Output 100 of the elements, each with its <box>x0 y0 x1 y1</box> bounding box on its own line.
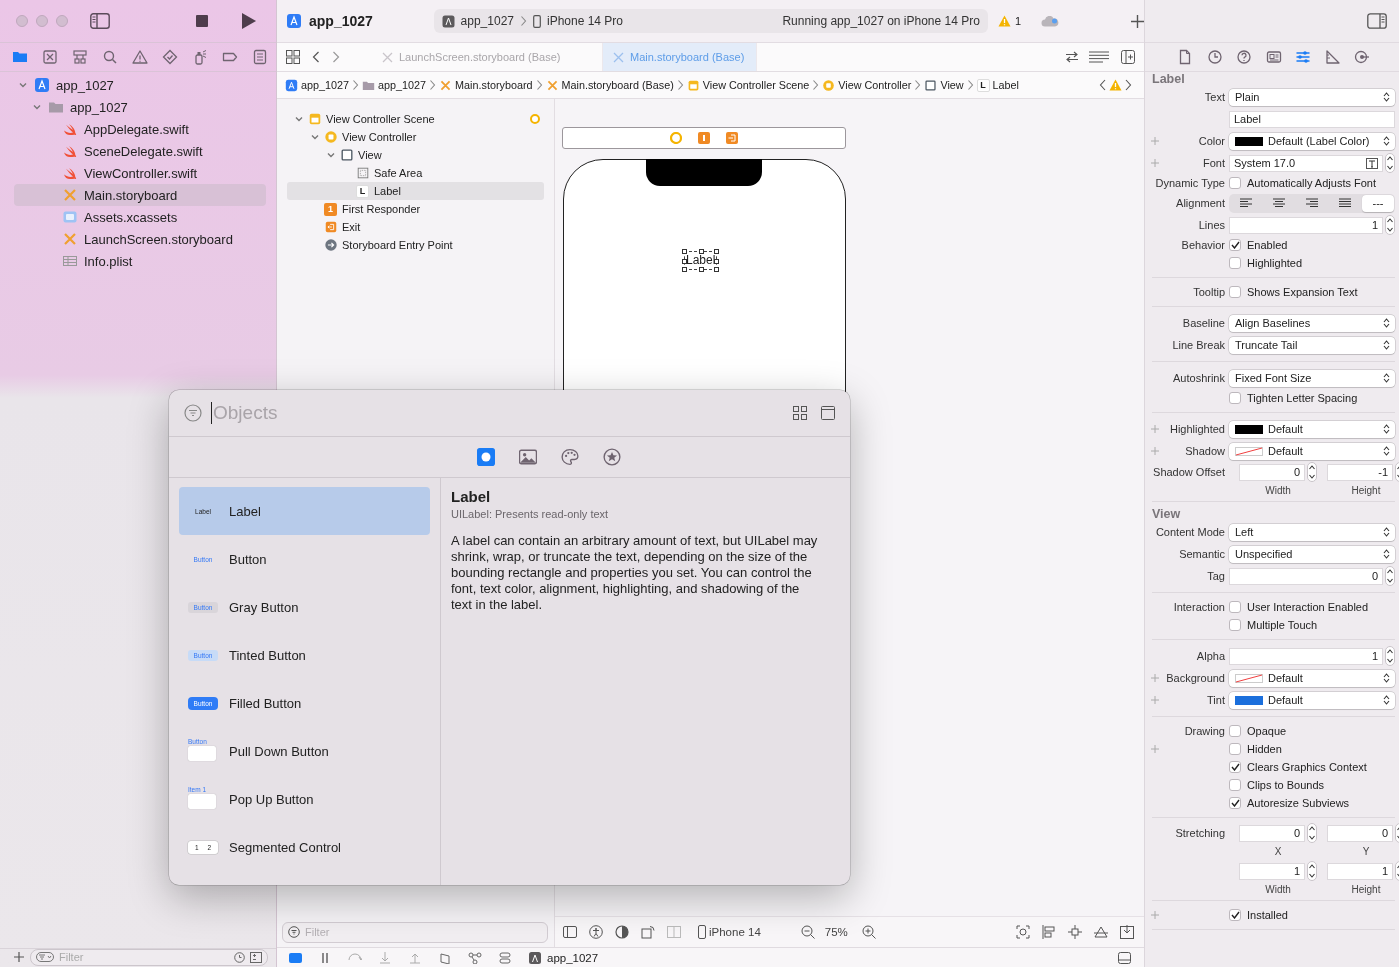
number-field[interactable]: 0 <box>1239 824 1305 842</box>
property-label: Autoshrink <box>1173 372 1225 384</box>
breadcrumb-item[interactable]: app_1027 <box>362 78 427 92</box>
property-label: Text <box>1204 91 1225 103</box>
file-item[interactable]: Assets.xcassets <box>14 206 266 228</box>
zoom-level: 75% <box>824 926 848 938</box>
field-caption: Height <box>1351 485 1381 496</box>
popup-button[interactable]: Default (Label Color) <box>1229 132 1395 150</box>
outline-item[interactable]: 1 First Responder <box>287 200 544 218</box>
breadcrumb-item[interactable]: Main.storyboard <box>439 78 533 92</box>
breadcrumb-item[interactable]: View Controller <box>822 78 912 92</box>
property-label: Font <box>1203 157 1225 169</box>
checkbox-label[interactable]: Installed <box>1247 909 1288 921</box>
property-label: Tint <box>1207 694 1225 706</box>
popup-button[interactable]: Default <box>1229 420 1395 438</box>
property-label: Alignment <box>1176 197 1225 209</box>
checkbox-label[interactable]: Opaque <box>1247 725 1287 737</box>
outline-item[interactable]: View Controller <box>287 128 544 146</box>
number-field[interactable]: 0 <box>1229 567 1383 585</box>
number-field[interactable]: 0 <box>1239 463 1305 481</box>
number-field[interactable]: 1 <box>1327 862 1393 880</box>
checkbox-label[interactable]: Hidden <box>1247 743 1282 755</box>
popup-button[interactable]: Default <box>1229 691 1395 709</box>
checkbox-label[interactable]: Automatically Adjusts Font <box>1247 177 1376 189</box>
font-field[interactable]: System 17.0 <box>1229 154 1383 172</box>
property-label: Baseline <box>1182 317 1225 329</box>
checkbox-label[interactable]: Shows Expansion Text <box>1247 286 1358 298</box>
checkbox-label[interactable]: Clears Graphics Context <box>1247 761 1367 773</box>
checkbox-label[interactable]: Tighten Letter Spacing <box>1247 392 1358 404</box>
popup-button[interactable]: Truncate Tail <box>1229 336 1395 354</box>
outline-item[interactable]: Storyboard Entry Point <box>287 236 544 254</box>
property-label: Alpha <box>1196 650 1225 662</box>
checkbox-label[interactable]: Multiple Touch <box>1247 619 1318 631</box>
glyph-icon: L <box>976 78 990 92</box>
checkbox-label[interactable]: Highlighted <box>1247 257 1303 269</box>
section-title: View <box>1151 506 1182 523</box>
file-item[interactable]: Info.plist <box>14 250 266 272</box>
alignment-segment[interactable]: --- <box>1362 194 1394 212</box>
outline-item[interactable]: View <box>287 146 544 164</box>
property-label: Tooltip <box>1193 286 1225 298</box>
field-caption: X <box>1274 846 1282 857</box>
outline-item[interactable]: View Controller Scene <box>287 110 544 128</box>
property-label: Stretching <box>1175 827 1225 839</box>
property-label: Interaction <box>1173 601 1225 613</box>
number-field[interactable]: 1 <box>1239 862 1305 880</box>
field-caption: Y <box>1362 846 1370 857</box>
destination-name[interactable]: iPhone 14 Pro <box>547 14 624 28</box>
property-label: Content Mode <box>1155 526 1225 538</box>
outline-item[interactable]: Safe Area <box>287 164 544 182</box>
number-field[interactable]: 0 <box>1327 824 1393 842</box>
breadcrumb-item[interactable]: app_1027 <box>285 78 350 92</box>
glyph-icon: L <box>356 184 369 198</box>
file-item[interactable]: Main.storyboard <box>14 184 266 206</box>
device-name[interactable]: iPhone 14 <box>709 926 761 938</box>
number-field[interactable]: 1 <box>1229 647 1383 665</box>
text-field[interactable]: Label <box>1229 110 1395 128</box>
segmented-control[interactable]: --- <box>1229 193 1395 213</box>
property-label: Drawing <box>1184 725 1225 737</box>
field-caption: Height <box>1351 884 1381 895</box>
breadcrumb-item[interactable]: Main.storyboard (Base) <box>545 78 674 92</box>
property-label: Background <box>1166 672 1225 684</box>
glyph-icon: 1 <box>324 202 337 216</box>
outline-item[interactable]: Exit <box>287 218 544 236</box>
file-item[interactable]: ViewController.swift <box>14 162 266 184</box>
property-label: Color <box>1198 135 1225 147</box>
breadcrumb-item[interactable]: L Label <box>976 78 1019 92</box>
popup-button[interactable]: Default <box>1229 669 1395 687</box>
breadcrumb-item[interactable]: View <box>924 78 964 92</box>
outline-item[interactable]: L Label <box>287 182 544 200</box>
target-name[interactable]: app_1027 <box>547 951 599 964</box>
checkbox-label[interactable]: Autoresize Subviews <box>1247 797 1350 809</box>
file-item[interactable]: app_1027 <box>14 96 266 118</box>
checkbox-label[interactable]: User Interaction Enabled <box>1247 601 1369 613</box>
popup-button[interactable]: Fixed Font Size <box>1229 369 1395 387</box>
popup-button[interactable]: Left <box>1229 523 1395 541</box>
popup-button[interactable]: Unspecified <box>1229 545 1395 563</box>
popup-button[interactable]: Plain <box>1229 88 1395 106</box>
warning-count[interactable]: 1 <box>1014 15 1021 27</box>
breadcrumb-item[interactable]: View Controller Scene <box>686 78 810 92</box>
scheme-bar[interactable]: app_1027 iPhone 14 Pro Running app_1027 on iPhone 14 Pro <box>433 9 988 33</box>
number-field[interactable]: 1 <box>1229 216 1383 234</box>
detail-title: Label <box>451 488 492 505</box>
file-item[interactable]: SceneDelegate.swift <box>14 140 266 162</box>
property-label: Semantic <box>1179 548 1225 560</box>
scheme-name[interactable]: app_1027 <box>460 14 514 28</box>
property-label: Tag <box>1207 570 1225 582</box>
property-label: Dynamic Type <box>1155 177 1225 189</box>
file-item[interactable]: app_1027 <box>14 74 266 96</box>
file-item[interactable]: LaunchScreen.storyboard <box>14 228 266 250</box>
property-label: Highlighted <box>1169 423 1225 435</box>
number-field[interactable]: -1 <box>1327 463 1393 481</box>
property-label: Line Break <box>1172 339 1225 351</box>
popup-button[interactable]: Default <box>1229 442 1395 460</box>
checkbox-label[interactable]: Enabled <box>1247 239 1288 251</box>
checkbox-label[interactable]: Clips to Bounds <box>1247 779 1325 791</box>
window-title: app_1027 <box>309 13 374 29</box>
property-label: Shadow <box>1185 445 1225 457</box>
field-caption: Width <box>1265 485 1291 496</box>
file-item[interactable]: AppDelegate.swift <box>14 118 266 140</box>
popup-button[interactable]: Align Baselines <box>1229 314 1395 332</box>
